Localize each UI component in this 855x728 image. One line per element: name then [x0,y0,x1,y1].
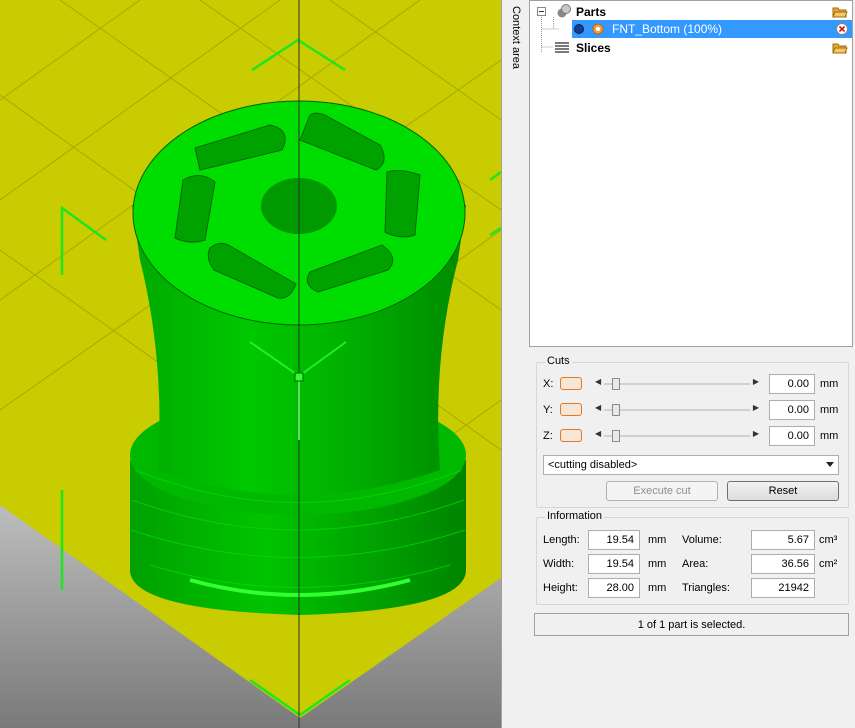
cuts-title: Cuts [545,355,572,367]
slider-left-arrow-icon[interactable]: ◀ [595,377,601,386]
remove-part-icon[interactable] [836,23,848,35]
slider-thumb[interactable] [612,430,620,442]
cut-x-unit: mm [820,378,839,390]
cut-z-slider[interactable]: ◀ ▶ [594,428,760,444]
information-title: Information [545,510,605,522]
3d-viewport[interactable] [0,0,501,728]
execute-cut-button[interactable]: Execute cut [606,481,718,501]
length-value: 19.54 [588,530,640,550]
cut-x-input[interactable]: 0.00 [769,374,815,394]
viewport-canvas[interactable] [0,0,501,728]
slices-label: Slices [576,41,611,55]
length-unit: mm [648,534,667,546]
height-unit: mm [648,582,667,594]
slider-right-arrow-icon[interactable]: ▶ [753,403,759,412]
cut-y-slider[interactable]: ◀ ▶ [594,402,760,418]
cut-z-input[interactable]: 0.00 [769,426,815,446]
tree-item-slices[interactable]: Slices [530,39,852,57]
slider-left-arrow-icon[interactable]: ◀ [595,403,601,412]
context-area-label: Context area [510,6,522,69]
triangles-value: 21942 [751,578,815,598]
reset-button[interactable]: Reset [727,481,839,501]
open-folder-icon[interactable] [832,5,848,19]
width-label: Width: [543,558,575,570]
cut-y-label: Y: [543,404,553,416]
cut-y-unit: mm [820,404,839,416]
triangles-label: Triangles: [682,582,730,594]
volume-unit: cm³ [819,534,838,546]
parts-label: Parts [576,5,607,19]
width-unit: mm [648,558,667,570]
part-item-label: FNT_Bottom (100%) [612,22,723,36]
cut-z-color-button[interactable] [560,429,582,442]
open-folder-icon[interactable] [832,41,848,55]
cut-z-unit: mm [820,430,839,442]
slider-thumb[interactable] [612,378,620,390]
context-area-tab[interactable]: Context area [508,6,524,86]
slider-right-arrow-icon[interactable]: ▶ [753,429,759,438]
cut-y-color-button[interactable] [560,403,582,416]
area-value: 36.56 [751,554,815,574]
cut-y-input[interactable]: 0.00 [769,400,815,420]
volume-label: Volume: [682,534,722,546]
cut-x-label: X: [543,378,554,390]
parts-tree[interactable]: Parts FNT_Bottom (100%) Slices [529,0,853,347]
collapse-icon[interactable] [537,7,546,16]
cut-z-label: Z: [543,430,553,442]
tree-item-part[interactable]: FNT_Bottom (100%) [572,20,852,38]
chevron-down-icon [826,462,834,467]
slider-right-arrow-icon[interactable]: ▶ [753,377,759,386]
width-value: 19.54 [588,554,640,574]
slider-thumb[interactable] [612,404,620,416]
length-label: Length: [543,534,580,546]
slices-icon [555,42,569,53]
selection-status: 1 of 1 part is selected. [534,613,849,636]
cut-x-slider[interactable]: ◀ ▶ [594,376,760,392]
part-orange-icon[interactable] [592,23,604,35]
cut-mode-select[interactable]: <cutting disabled> [543,455,839,475]
slider-left-arrow-icon[interactable]: ◀ [595,429,601,438]
area-label: Area: [682,558,709,570]
area-unit: cm² [819,558,838,570]
volume-value: 5.67 [751,530,815,550]
cut-x-color-button[interactable] [560,377,582,390]
tree-item-parts[interactable]: Parts [530,3,852,21]
model-gizmo-handle[interactable] [294,372,304,382]
cut-mode-value: <cutting disabled> [548,459,638,471]
context-area-bar [501,0,529,728]
height-label: Height: [543,582,578,594]
visibility-dot-icon[interactable] [574,24,584,34]
height-value: 28.00 [588,578,640,598]
